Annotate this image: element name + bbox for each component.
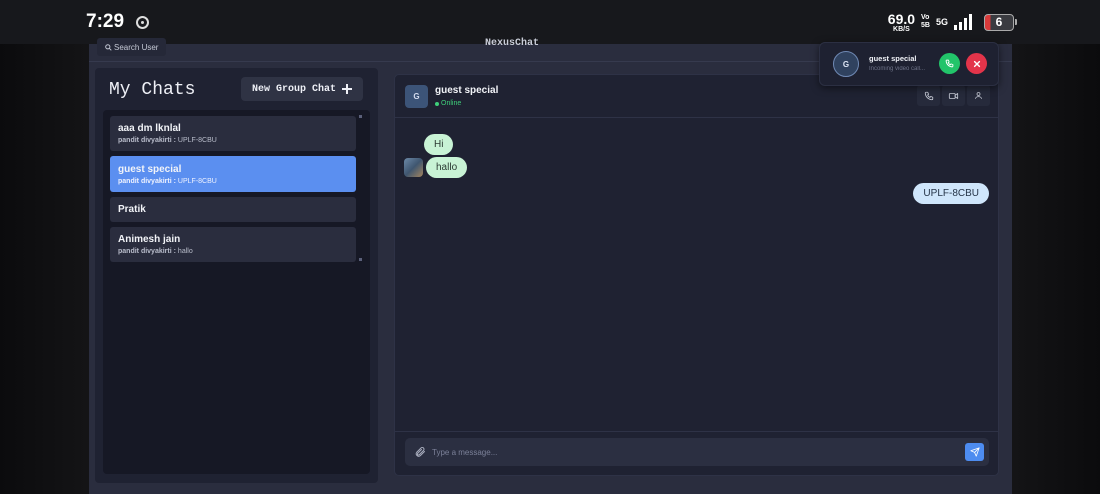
chat-item-latest: pandit divyakirti : UPLF-8CBU [118, 178, 348, 185]
caller-avatar: G [833, 51, 859, 77]
chat-item-animesh-jain[interactable]: Animesh jain pandit divyakirti : hallo [110, 227, 356, 262]
chat-item-latest: pandit divyakirti : hallo [118, 248, 348, 255]
network-speed: 69.0 KB/S [888, 12, 915, 33]
chat-item-name: aaa dm lknlal [118, 123, 181, 134]
phone-icon [945, 59, 954, 68]
conversation-panel: G guest special Online Hi hallo UPLF-8CB… [394, 74, 999, 476]
accept-call-button[interactable] [939, 53, 960, 74]
plus-icon [342, 84, 352, 94]
chat-item-message: hallo [177, 248, 193, 255]
status-time: 7:29 [86, 11, 125, 32]
signal-icon [954, 14, 972, 30]
new-group-chat-button[interactable]: New Group Chat [241, 77, 363, 101]
view-profile-button[interactable] [967, 85, 990, 106]
search-user-label: Search User [114, 42, 159, 52]
user-icon [975, 92, 982, 99]
message-bubble-outgoing: UPLF-8CBU [913, 183, 989, 204]
chrome-icon [136, 15, 150, 29]
scrollbar-arrow-down[interactable] [359, 258, 362, 261]
chat-item-name: guest special [118, 163, 182, 175]
message-input-wrapper [405, 438, 989, 466]
message-bubble-incoming: Hi [424, 134, 454, 155]
voice-call-button[interactable] [917, 85, 940, 106]
app-brand: NexusChat [485, 38, 540, 49]
chat-item-sender: pandit divyakirti : [118, 177, 176, 185]
volte-indicator: Vo 5B [921, 14, 930, 29]
caller-name: guest special [869, 54, 917, 63]
send-button[interactable] [965, 443, 984, 461]
conversation-actions [917, 85, 990, 106]
message-composer [395, 431, 998, 475]
message-bubble-incoming: hallo [426, 157, 468, 178]
volte-bottom: 5B [921, 22, 930, 29]
message-list: Hi hallo UPLF-8CBU [395, 119, 998, 431]
network-type: 5G [935, 17, 948, 27]
chat-item-pratik[interactable]: Pratik [110, 197, 356, 222]
decline-call-button[interactable] [966, 53, 987, 74]
call-subtitle: Incoming video call... [869, 66, 926, 72]
phone-icon [924, 91, 933, 100]
status-bar: 7:29 69.0 KB/S Vo 5B 5G 6 [0, 0, 1100, 44]
sender-avatar[interactable] [404, 158, 423, 177]
chat-item-latest: pandit divyakirti : UPLF-8CBU [118, 137, 348, 144]
volte-top: Vo [921, 14, 930, 22]
close-icon [973, 60, 980, 67]
speed-value: 69.0 [887, 10, 916, 27]
chat-item-aaa-dm-lknlal[interactable]: aaa dm lknlal pandit divyakirti : UPLF-8… [110, 116, 356, 151]
video-camera-icon [948, 92, 959, 99]
online-dot-icon [435, 101, 439, 106]
contact-status: Online [435, 100, 461, 107]
speed-unit: KB/S [893, 25, 910, 33]
battery-level: 6 [995, 15, 1003, 29]
chat-list-panel: My Chats New Group Chat aaa dm lknlal pa… [95, 68, 378, 483]
send-icon [969, 447, 980, 457]
chat-item-message: UPLF-8CBU [177, 137, 217, 144]
chat-item-name: Animesh jain [118, 234, 181, 245]
contact-name: guest special [435, 85, 499, 96]
message-input[interactable] [432, 442, 965, 462]
chat-list: aaa dm lknlal pandit divyakirti : UPLF-8… [103, 110, 370, 474]
contact-avatar[interactable]: G [405, 85, 428, 108]
paperclip-icon[interactable] [414, 446, 426, 458]
video-call-button[interactable] [942, 85, 965, 106]
search-user-button[interactable]: Search User [97, 38, 167, 56]
my-chats-title: My Chats [109, 80, 196, 100]
chat-item-name: Pratik [118, 204, 146, 215]
app-window: Search User NexusChat My Chats New Group… [89, 38, 1012, 494]
scrollbar-arrow-up[interactable] [359, 115, 362, 118]
chat-item-guest-special[interactable]: guest special pandit divyakirti : UPLF-8… [110, 156, 356, 192]
battery-icon: 6 [984, 13, 1017, 31]
incoming-call-popup: G guest special Incoming video call... [819, 42, 999, 86]
new-group-chat-label: New Group Chat [251, 83, 336, 95]
contact-status-text: Online [441, 100, 462, 107]
chat-item-sender: pandit divyakirti : [118, 137, 176, 144]
search-icon [105, 43, 112, 51]
chat-item-sender: pandit divyakirti : [118, 248, 176, 255]
chat-item-message: UPLF-8CBU [177, 177, 217, 185]
